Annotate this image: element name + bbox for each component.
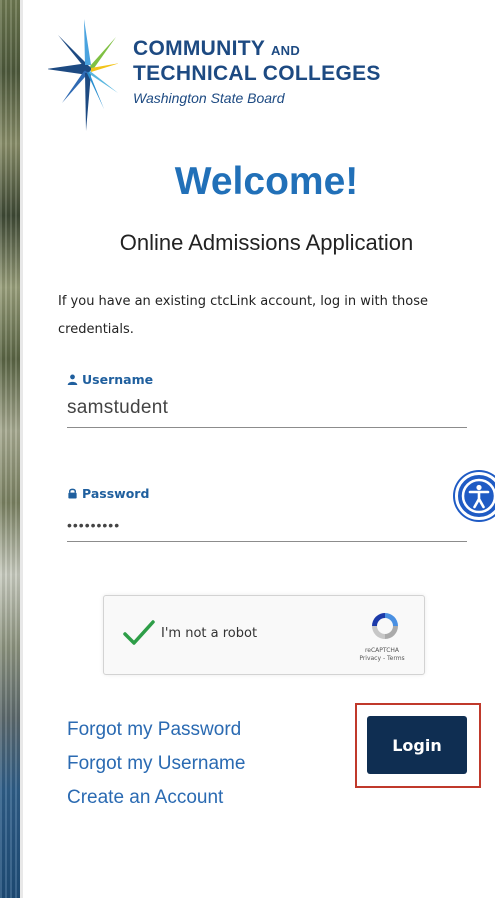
create-account-link[interactable]: Create an Account [67,781,245,815]
forgot-username-link[interactable]: Forgot my Username [67,747,245,781]
password-label: Password [67,484,467,502]
forgot-password-link[interactable]: Forgot my Password [67,713,245,747]
lock-icon [68,488,77,499]
panel-edge [20,0,23,898]
logo-line-3: Washington State Board [133,90,285,106]
recaptcha-widget: I'm not a robot reCAPTCHA Privacy - Term… [103,595,425,675]
username-field-group: Username samstudent [67,370,467,428]
account-links: Forgot my Password Forgot my Username Cr… [67,713,245,815]
login-button[interactable]: Login [367,716,467,774]
recaptcha-label: I'm not a robot [161,626,258,641]
logo-line-1: COMMUNITY AND [133,38,381,62]
logo-and: AND [270,43,301,58]
password-field-group: Password ••••••••• [67,484,467,542]
password-input[interactable]: ••••••••• [67,502,467,542]
logo-line-2: TECHNICAL COLLEGES [133,62,381,85]
user-icon [67,374,78,385]
side-photo-strip [0,0,20,898]
college-logo-text: COMMUNITY AND TECHNICAL COLLEGES Washing… [133,38,381,109]
welcome-heading: Welcome! [174,160,359,203]
login-instructions: If you have an existing ctcLink account,… [58,294,429,337]
checkmark-icon[interactable] [122,618,156,648]
logo-community: COMMUNITY [133,37,265,60]
recaptcha-privacy-terms[interactable]: Privacy - Terms [352,655,412,663]
page-subtitle: Online Admissions Application [119,230,414,255]
accessibility-icon [461,478,495,514]
username-label-text: Username [82,371,154,387]
password-label-text: Password [82,485,150,501]
recaptcha-brand-text: reCAPTCHA [364,647,400,654]
accessibility-button[interactable] [455,472,495,520]
college-logo-icon [48,19,118,131]
recaptcha-icon [372,613,398,639]
username-label: Username [67,370,467,388]
recaptcha-brand: reCAPTCHA Privacy - Terms [352,647,412,663]
username-input[interactable]: samstudent [67,388,467,428]
